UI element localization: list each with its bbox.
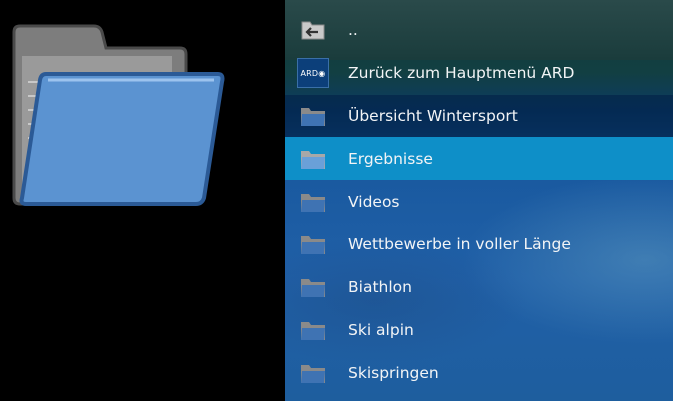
list-item-wettbewerbe[interactable]: Wettbewerbe in voller Länge: [285, 223, 673, 266]
large-folder-icon: [12, 24, 225, 206]
list-item-label: Übersicht Wintersport: [348, 106, 518, 125]
list-item-uebersicht-wintersport[interactable]: Übersicht Wintersport: [285, 94, 673, 138]
list-item-back-to-ard[interactable]: ARD◉ Zurück zum Hauptmenü ARD: [285, 52, 673, 95]
folder-icon: [301, 150, 325, 169]
thumbnail-pane: [0, 0, 285, 401]
list-item-skispringen[interactable]: Skispringen: [285, 351, 673, 394]
folder-icon: [301, 236, 325, 255]
folder-icon: [301, 364, 325, 383]
list-item-ski-alpin[interactable]: Ski alpin: [285, 309, 673, 352]
list-item-label: Biathlon: [348, 278, 412, 297]
folder-icon: [301, 321, 325, 340]
list-item-label: Videos: [348, 192, 400, 211]
list-item-label: Ski alpin: [348, 320, 414, 339]
list-item-videos[interactable]: Videos: [285, 180, 673, 223]
ard-logo-icon: ARD◉: [297, 58, 329, 89]
list-item-biathlon[interactable]: Biathlon: [285, 266, 673, 309]
folder-icon: [301, 279, 325, 298]
list-item-label: Zurück zum Hauptmenü ARD: [348, 64, 575, 83]
list-item-label: Skispringen: [348, 363, 439, 382]
list-item-parent[interactable]: ..: [285, 9, 673, 52]
list-item-label: ..: [348, 21, 358, 40]
list-item-ergebnisse[interactable]: Ergebnisse: [285, 137, 673, 181]
back-arrow-folder-icon: [301, 21, 325, 40]
list-item-label: Wettbewerbe in voller Länge: [348, 235, 571, 254]
list-item-label: Ergebnisse: [348, 149, 433, 168]
file-list: .. ARD◉ Zurück zum Hauptmenü ARD Übersic…: [285, 9, 673, 394]
folder-icon: [301, 193, 325, 212]
folder-icon: [301, 107, 325, 126]
file-list-pane: .. ARD◉ Zurück zum Hauptmenü ARD Übersic…: [285, 0, 673, 401]
